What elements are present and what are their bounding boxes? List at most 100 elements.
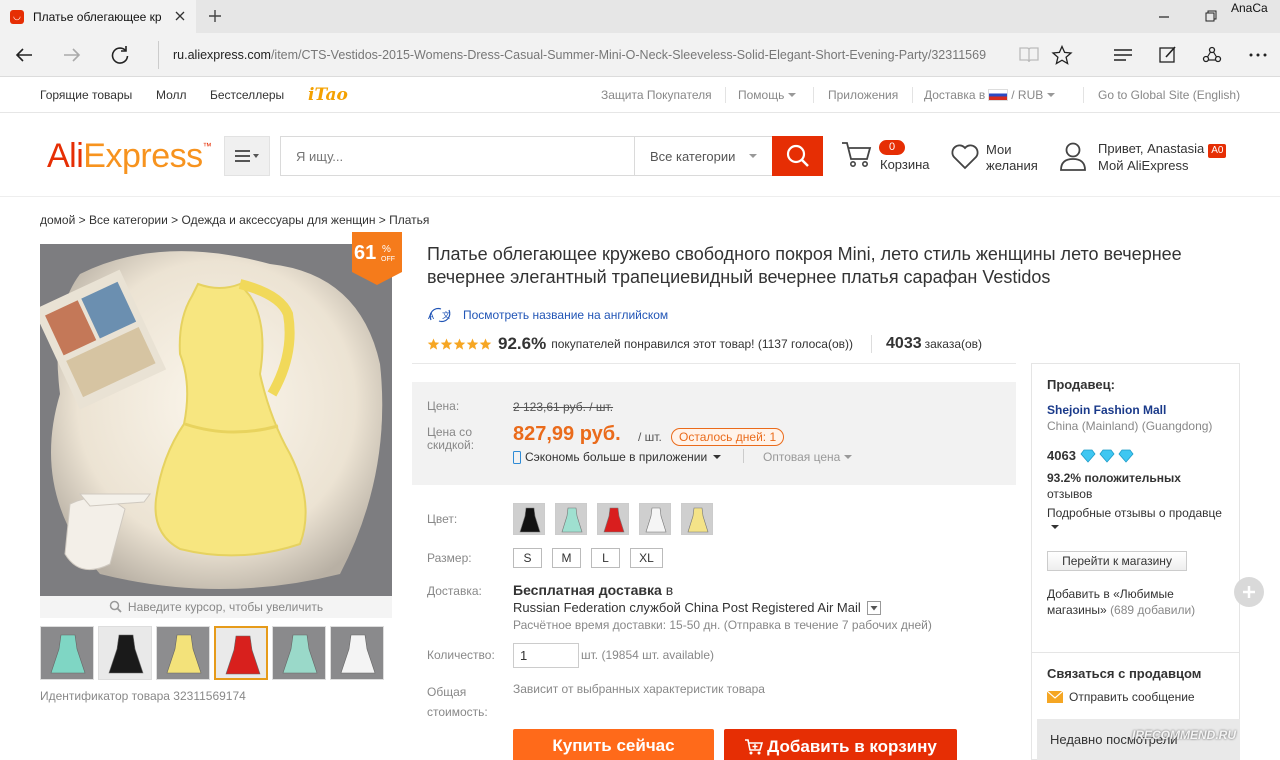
search-category-select[interactable]: Все категории — [634, 137, 772, 175]
chevron-down-icon — [1047, 93, 1056, 97]
floating-plus-button[interactable] — [1234, 577, 1264, 607]
rating-stars[interactable] — [427, 338, 492, 351]
thumbnail-5[interactable] — [272, 626, 326, 680]
search-input[interactable] — [281, 137, 633, 175]
thumbnail-4-selected[interactable] — [214, 626, 268, 680]
cart-label[interactable]: Корзина — [880, 157, 930, 173]
seller-score: 4063 — [1047, 448, 1136, 463]
chevron-down-icon — [1051, 525, 1059, 529]
hub-menu-icon[interactable] — [1112, 45, 1134, 65]
logo-tm: ™ — [202, 141, 212, 151]
rating-text[interactable]: покупателей понравился этот товар! (1137… — [551, 337, 853, 351]
add-to-cart-button[interactable]: Добавить в корзину — [724, 729, 957, 760]
new-tab-icon[interactable] — [206, 7, 224, 25]
member-level-badge: A0 — [1208, 144, 1227, 158]
quantity-label: Количество: — [427, 648, 495, 662]
address-bar[interactable]: ru.aliexpress.com/item/CTS-Vestidos-2015… — [158, 41, 1038, 69]
zoom-hint-text: Наведите курсор, чтобы увеличить — [127, 600, 324, 614]
size-s-button[interactable]: S — [513, 548, 542, 568]
delivery-service-select[interactable]: Russian Federation службой China Post Re… — [513, 600, 881, 615]
account-greeting[interactable]: Привет, Anastasia A0 — [1098, 141, 1227, 158]
nav-bestsellers[interactable]: Бестселлеры — [210, 88, 284, 102]
color-swatch-5[interactable] — [681, 503, 713, 535]
nav-hot-deals[interactable]: Горящие товары — [40, 88, 132, 102]
my-aliexpress-link[interactable]: Мой AliExpress — [1098, 158, 1189, 174]
size-xl-button[interactable]: XL — [630, 548, 663, 568]
discount-price-label-2: скидкой: — [427, 438, 475, 452]
logo-express: Express — [83, 137, 203, 175]
size-l-button[interactable]: L — [591, 548, 620, 568]
reading-view-icon[interactable] — [1018, 45, 1040, 65]
quantity-input[interactable]: 1 — [513, 643, 579, 668]
nav-apps[interactable]: Приложения — [828, 88, 898, 102]
web-note-icon[interactable] — [1157, 45, 1179, 65]
nav-buyer-protection[interactable]: Защита Покупателя — [601, 88, 712, 102]
favorite-star-icon[interactable] — [1051, 45, 1073, 65]
shopping-cart-icon[interactable] — [840, 140, 874, 170]
color-swatch-4[interactable] — [639, 503, 671, 535]
watermark-text: IRECOMMEND.RU — [1132, 728, 1236, 742]
user-account-icon[interactable] — [1058, 140, 1088, 172]
greeting-text: Привет, Anastasia — [1098, 141, 1205, 156]
heart-wishlist-icon[interactable] — [950, 143, 980, 171]
wholesale-price-dropdown[interactable]: Оптовая цена — [763, 450, 853, 464]
store-name-link[interactable]: Shejoin Fashion Mall — [1047, 403, 1166, 417]
translate-title-link[interactable]: A文 Посмотреть название на английском — [427, 306, 668, 324]
envelope-icon — [1047, 691, 1063, 703]
detailed-feedback-dropdown[interactable]: Подробные отзывы о продавце — [1047, 506, 1222, 534]
rating-divider — [871, 335, 873, 353]
go-to-store-button[interactable]: Перейти к магазину — [1047, 551, 1187, 571]
search-button[interactable] — [772, 136, 823, 176]
delivery-in-text: в — [665, 582, 674, 598]
send-message-link[interactable]: Отправить сообщение — [1047, 690, 1195, 704]
itao-logo[interactable]: iTao — [308, 85, 348, 105]
size-m-button[interactable]: M — [552, 548, 581, 568]
delivery-time: Расчётное время доставки: 15-50 дн. (Отп… — [513, 618, 932, 632]
thumbnail-6[interactable] — [330, 626, 384, 680]
restore-icon[interactable] — [1203, 8, 1219, 24]
thumbnail-3[interactable] — [156, 626, 210, 680]
browser-tab[interactable]: ◡ Платье облегающее кр — [0, 0, 196, 33]
aliexpress-logo[interactable]: AliExpress™ — [47, 137, 212, 176]
nav-divider — [912, 87, 913, 103]
seller-score-value: 4063 — [1047, 448, 1076, 463]
nav-mall[interactable]: Молл — [156, 88, 187, 102]
currency-label: RUB — [1017, 88, 1044, 102]
add-favorite-store-link[interactable]: Добавить в «Любимые магазины» (689 добави… — [1047, 586, 1195, 618]
breadcrumb[interactable]: домой > Все категории > Одежда и аксессу… — [40, 213, 429, 227]
wishlist-line1: Мои — [986, 142, 1012, 157]
nav-delivery-to[interactable]: Доставка в / RUB — [924, 88, 1056, 102]
magnifier-icon — [109, 600, 122, 613]
share-icon[interactable] — [1201, 45, 1223, 65]
search-bar: Все категории — [280, 136, 823, 176]
mobile-phone-icon — [513, 450, 521, 464]
thumbnail-2[interactable] — [98, 626, 152, 680]
wishlist-line2: желания — [986, 158, 1038, 173]
contact-seller-title: Связаться с продавцом — [1047, 666, 1202, 681]
refresh-icon[interactable] — [108, 43, 132, 67]
back-arrow-icon[interactable] — [12, 43, 36, 67]
app-savings-dropdown[interactable]: Сэкономь больше в приложении — [513, 450, 722, 464]
discount-off: OFF — [381, 256, 395, 263]
wholesale-text: Оптовая цена — [763, 450, 841, 464]
per-unit-label: / шт. — [638, 430, 662, 444]
color-swatch-2[interactable] — [555, 503, 587, 535]
minimize-icon[interactable] — [1156, 8, 1172, 24]
color-swatch-3[interactable] — [597, 503, 629, 535]
thumbnail-1[interactable] — [40, 626, 94, 680]
star-icon — [427, 338, 440, 350]
chevron-down-icon — [788, 93, 797, 97]
cart-plus-icon — [745, 739, 764, 755]
wishlist-label[interactable]: Мои желания — [986, 142, 1038, 174]
buy-now-button[interactable]: Купить сейчас — [513, 729, 714, 760]
category-menu-button[interactable] — [224, 136, 270, 176]
main-product-image[interactable] — [40, 244, 392, 596]
chevron-down-icon — [844, 455, 853, 459]
nav-global-site[interactable]: Go to Global Site (English) — [1098, 88, 1240, 102]
diamond-rating-icon — [1080, 449, 1134, 463]
nav-help[interactable]: Помощь — [738, 88, 797, 102]
close-tab-icon[interactable] — [172, 8, 188, 24]
forward-arrow-icon[interactable] — [60, 43, 84, 67]
color-swatch-1[interactable] — [513, 503, 545, 535]
more-options-icon[interactable] — [1247, 45, 1269, 65]
